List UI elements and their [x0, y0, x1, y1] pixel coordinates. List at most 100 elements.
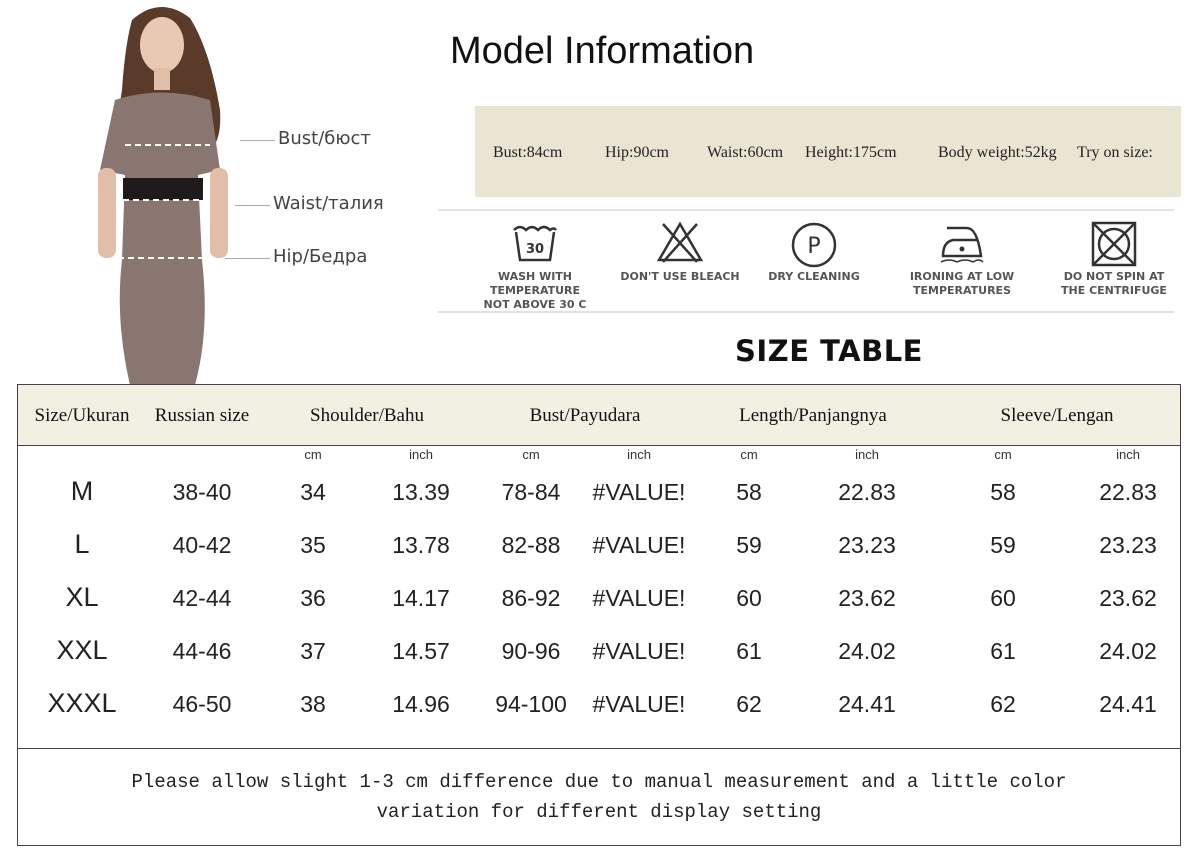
header-bust: Bust/Payudara	[529, 405, 641, 426]
cell-russian-size: 44-46	[172, 638, 232, 664]
stat-weight: Body weight:52kg	[938, 144, 1057, 161]
stat-height: Height:175cm	[805, 144, 897, 161]
header-sleeve: Sleeve/Lengan	[1000, 405, 1114, 426]
unit-shoulder-cm: cm	[304, 447, 322, 462]
size-table-title: SIZE TABLE	[735, 334, 923, 368]
cell-shoulder-cm: 36	[300, 585, 326, 611]
note-line2: variation for different display setting	[376, 801, 822, 823]
cell-size: L	[74, 529, 90, 559]
cell-bust-inch: #VALUE!	[592, 638, 686, 664]
stat-try-size: Try on size:	[1077, 144, 1153, 161]
cell-shoulder-cm: 35	[300, 532, 326, 558]
header-length: Length/Panjangnya	[739, 405, 887, 426]
cell-bust-inch: #VALUE!	[592, 479, 686, 505]
cell-sleeve-inch: 23.23	[1099, 532, 1157, 558]
cell-shoulder-inch: 14.96	[392, 691, 450, 717]
unit-shoulder-inch: inch	[409, 447, 433, 462]
bust-pointer	[240, 140, 275, 141]
cell-sleeve-cm: 58	[990, 479, 1016, 505]
note-line1: Please allow slight 1-3 cm difference du…	[131, 771, 1067, 793]
cell-sleeve-inch: 24.41	[1099, 691, 1157, 717]
unit-bust-inch: inch	[627, 447, 651, 462]
cell-shoulder-cm: 38	[300, 691, 326, 717]
unit-sleeve-inch: inch	[1116, 447, 1140, 462]
hip-pointer	[225, 258, 270, 259]
cell-shoulder-inch: 14.17	[392, 585, 450, 611]
cell-russian-size: 46-50	[172, 691, 232, 717]
cell-size: XL	[65, 582, 99, 612]
cell-length-cm: 60	[736, 585, 762, 611]
stat-waist: Waist:60cm	[707, 144, 784, 161]
cell-length-cm: 61	[736, 638, 762, 664]
table-header: Size/Ukuran Russian size Shoulder/Bahu B…	[18, 385, 1180, 446]
care-iron-line2: TEMPERATURES	[912, 284, 1011, 297]
cell-length-inch: 23.62	[838, 585, 896, 611]
model-stats-bar: Bust:84cm Hip:90cm Waist:60cm Height:175…	[475, 106, 1181, 197]
care-wash-line1: WASH WITH TEMPERATURE	[489, 270, 581, 297]
model-photo	[70, 0, 270, 385]
bust-label: Bust/бюст	[278, 128, 371, 149]
cell-sleeve-inch: 24.02	[1099, 638, 1157, 664]
cell-sleeve-inch: 22.83	[1099, 479, 1157, 505]
header-russian-size: Russian size	[154, 405, 250, 426]
cell-russian-size: 40-42	[172, 532, 232, 558]
waist-pointer	[235, 205, 270, 206]
waist-label: Waist/талия	[273, 193, 384, 214]
unit-length-cm: cm	[740, 447, 758, 462]
cell-bust-inch: #VALUE!	[592, 532, 686, 558]
cell-size: XXL	[56, 635, 108, 665]
wash-30-icon: 30	[513, 225, 558, 262]
cell-length-inch: 24.02	[838, 638, 896, 664]
cell-length-cm: 58	[736, 479, 762, 505]
care-spin-line2: THE CENTRIFUGE	[1061, 284, 1167, 297]
cell-sleeve-cm: 61	[990, 638, 1016, 664]
care-wash: 30 WASH WITH TEMPERATURE NOT ABOVE 30 C	[455, 220, 615, 312]
measurement-note: Please allow slight 1-3 cm difference du…	[17, 749, 1181, 846]
unit-sleeve-cm: cm	[994, 447, 1012, 462]
cell-bust-cm: 86-92	[501, 585, 561, 611]
cell-bust-cm: 94-100	[495, 691, 567, 717]
cell-russian-size: 38-40	[172, 479, 232, 505]
cell-shoulder-cm: 34	[300, 479, 326, 505]
cell-bust-inch: #VALUE!	[592, 585, 686, 611]
unit-length-inch: inch	[855, 447, 879, 462]
care-dry-line1: DRY CLEANING	[768, 270, 860, 283]
care-dry: P DRY CLEANING	[734, 220, 894, 284]
size-table: Size/Ukuran Russian size Shoulder/Bahu B…	[17, 384, 1181, 749]
cell-sleeve-cm: 62	[990, 691, 1016, 717]
stat-hip: Hip:90cm	[605, 144, 669, 161]
cell-sleeve-cm: 60	[990, 585, 1016, 611]
model-figure-icon	[98, 6, 228, 385]
cell-length-inch: 23.23	[838, 532, 896, 558]
svg-text:P: P	[807, 234, 820, 259]
unit-bust-cm: cm	[522, 447, 540, 462]
cell-shoulder-inch: 13.78	[392, 532, 450, 558]
cell-sleeve-inch: 23.62	[1099, 585, 1157, 611]
cell-shoulder-inch: 14.57	[392, 638, 450, 664]
cell-sleeve-cm: 59	[990, 532, 1016, 558]
cell-length-cm: 59	[736, 532, 762, 558]
no-spin-icon	[1091, 221, 1137, 267]
cell-bust-cm: 90-96	[501, 638, 561, 664]
cell-length-inch: 24.41	[838, 691, 896, 717]
cell-russian-size: 42-44	[172, 585, 232, 611]
cell-bust-cm: 78-84	[501, 479, 561, 505]
care-iron-line1: IRONING AT LOW	[909, 270, 1015, 283]
no-bleach-icon	[656, 221, 704, 263]
care-iron: IRONING AT LOW TEMPERATURES	[882, 220, 1042, 298]
cell-size: XXXL	[47, 688, 117, 718]
care-spin-line1: DO NOT SPIN AT	[1063, 270, 1165, 283]
hip-label: Hip/Бедра	[273, 246, 368, 267]
cell-length-inch: 22.83	[838, 479, 896, 505]
care-spin: DO NOT SPIN AT THE CENTRIFUGE	[1034, 220, 1194, 298]
divider-top	[438, 209, 1174, 211]
cell-shoulder-inch: 13.39	[392, 479, 450, 505]
cell-shoulder-cm: 37	[300, 638, 326, 664]
cell-length-cm: 62	[736, 691, 762, 717]
stat-bust: Bust:84cm	[493, 144, 563, 161]
cell-size: M	[70, 476, 94, 506]
header-size: Size/Ukuran	[34, 405, 130, 426]
page-title: Model Information	[450, 30, 755, 72]
care-wash-line2: NOT ABOVE 30 C	[483, 298, 587, 311]
svg-text:30: 30	[526, 242, 544, 257]
